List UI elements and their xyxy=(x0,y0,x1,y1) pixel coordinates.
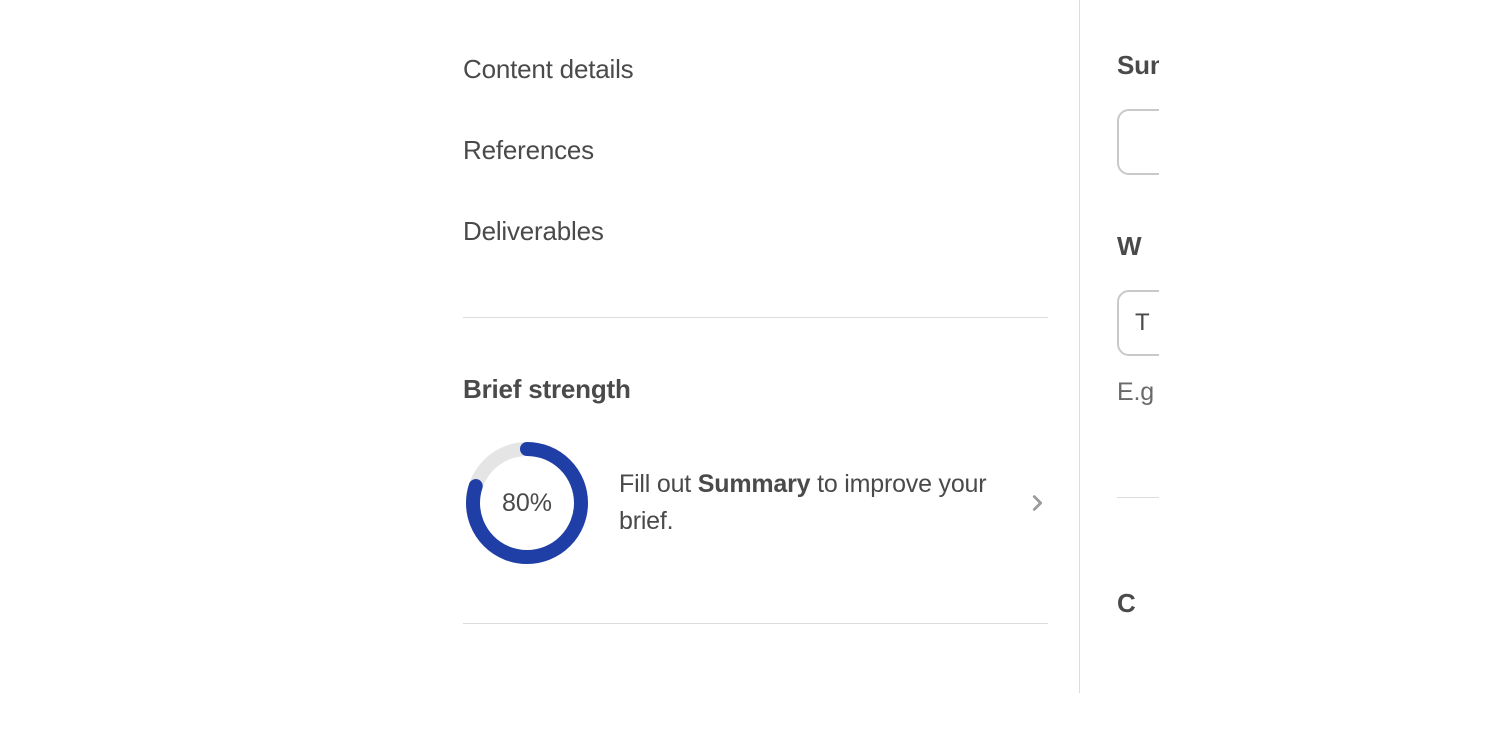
progress-ring: 80% xyxy=(463,439,591,567)
column-divider xyxy=(1079,0,1080,693)
chevron-right-icon xyxy=(1026,492,1048,514)
second-field-label: W xyxy=(1117,231,1159,262)
brief-hint-prefix: Fill out xyxy=(619,470,698,498)
brief-hint-text: Fill out Summary to improve your brief. xyxy=(619,466,1014,541)
nav-item-content-details[interactable]: Content details xyxy=(463,54,1048,85)
summary-label: Summary xyxy=(1117,50,1159,81)
third-section-label: C xyxy=(1117,588,1159,619)
second-field-input[interactable]: T xyxy=(1117,290,1159,356)
brief-hint-bold: Summary xyxy=(698,470,811,498)
summary-input[interactable] xyxy=(1117,109,1159,175)
brief-strength-heading: Brief strength xyxy=(463,374,1048,405)
nav-list: Content details References Deliverables xyxy=(463,0,1048,247)
brief-strength-section: Brief strength 80% Fill out Summary to i… xyxy=(463,318,1048,624)
nav-item-deliverables[interactable]: Deliverables xyxy=(463,216,1048,247)
brief-strength-row[interactable]: 80% Fill out Summary to improve your bri… xyxy=(463,439,1048,567)
second-field-helper: E.g xyxy=(1117,378,1159,407)
progress-percent-label: 80% xyxy=(463,439,591,567)
divider xyxy=(463,623,1048,624)
right-panel: Summary W T E.g C xyxy=(1117,0,1500,752)
nav-item-references[interactable]: References xyxy=(463,135,1048,166)
